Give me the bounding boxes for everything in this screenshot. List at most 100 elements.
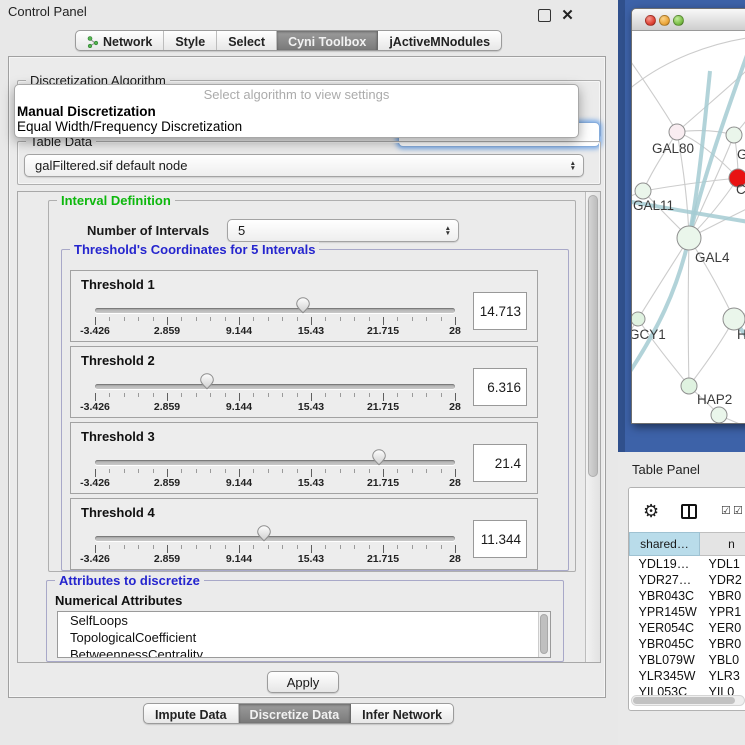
slider-tick — [138, 393, 139, 397]
threshold-panel-2: Threshold 26.316-3.4262.8599.14415.4321.… — [70, 346, 538, 418]
slider-tick — [282, 545, 283, 549]
gear-icon[interactable]: ⚙ — [643, 502, 659, 520]
apply-button[interactable]: Apply — [267, 671, 339, 693]
network-node[interactable] — [669, 124, 685, 140]
slider-tick — [225, 393, 226, 397]
columns-icon[interactable] — [681, 504, 697, 519]
threshold-value-field[interactable]: 14.713 — [473, 292, 527, 330]
table-cell: YBL079W — [630, 652, 700, 668]
slider-tick — [138, 545, 139, 549]
tab-jactivemnodules[interactable]: jActiveMNodules — [378, 31, 501, 50]
table-row[interactable]: YER054CYER0 — [630, 620, 745, 636]
slider-tick — [268, 393, 269, 397]
tab-network[interactable]: Network — [76, 31, 164, 50]
tab-select[interactable]: Select — [217, 31, 277, 50]
tab-cyni-toolbox[interactable]: Cyni Toolbox — [277, 31, 378, 50]
slider-tick-label: 21.715 — [367, 553, 399, 565]
slider-thumb[interactable] — [295, 297, 310, 314]
table-row[interactable]: YLR345WYLR3 — [630, 668, 745, 684]
attributes-section: Attributes to discretize Numerical Attri… — [46, 580, 564, 662]
close-icon[interactable]: ✕ — [561, 9, 574, 22]
slider-tick-label: 9.144 — [226, 401, 252, 413]
table-row[interactable]: YDL19…YDL1 — [630, 556, 745, 572]
table-row[interactable]: YPR145WYPR1 — [630, 604, 745, 620]
close-traffic-light-icon[interactable] — [645, 15, 656, 26]
table-data-section: Table Data galFiltered.sif default node … — [17, 141, 601, 185]
slider-tick — [95, 393, 96, 401]
algorithm-option-equal-width[interactable]: Equal Width/Frequency Discretization — [17, 119, 242, 134]
attribute-list-item[interactable]: SelfLoops — [58, 612, 550, 629]
settings-scrollbar[interactable] — [585, 192, 600, 662]
network-node[interactable] — [681, 378, 697, 394]
slider-ticks — [71, 392, 537, 401]
num-intervals-combobox[interactable]: 5 ▲▼ — [227, 219, 459, 242]
tab-infer-network[interactable]: Infer Network — [351, 704, 453, 723]
slider-track[interactable] — [95, 384, 455, 389]
threshold-value-field[interactable]: 6.316 — [473, 368, 527, 406]
slider-thumb[interactable] — [257, 525, 272, 542]
threshold-panel-1: Threshold 114.713-3.4262.8599.14415.4321… — [70, 270, 538, 342]
table-row[interactable]: YDR27…YDR2 — [630, 572, 745, 588]
slider-track[interactable] — [95, 460, 455, 465]
slider-tick — [412, 545, 413, 549]
list-scrollbar[interactable] — [538, 612, 550, 657]
slider-tick — [196, 317, 197, 321]
network-node[interactable] — [711, 407, 727, 423]
attribute-list-item[interactable]: BetweennessCentrality — [58, 646, 550, 658]
slider-track[interactable] — [95, 308, 455, 313]
table-row[interactable]: YBR045CYBR0 — [630, 636, 745, 652]
minimize-traffic-light-icon[interactable] — [659, 15, 670, 26]
control-panel-title: Control Panel — [8, 4, 87, 19]
table-cell: YBR0 — [700, 588, 745, 604]
table-cell: YBL0 — [700, 652, 745, 668]
slider-tick — [369, 545, 370, 549]
network-graph[interactable]: GAL80GACGAL11GAL4GCY1HHAP2 — [632, 31, 745, 424]
slider-ticks — [71, 544, 537, 553]
float-icon[interactable] — [538, 9, 551, 22]
slider-tick — [153, 469, 154, 473]
slider-thumb[interactable] — [199, 373, 214, 390]
attribute-list-item[interactable]: TopologicalCoefficient — [58, 629, 550, 646]
slider-tick — [253, 393, 254, 397]
column-header-shared-name[interactable]: shared… — [630, 533, 700, 556]
network-node-label: HAP2 — [697, 392, 732, 407]
slider-tick — [268, 317, 269, 321]
slider-thumb[interactable] — [372, 449, 387, 466]
slider-tick — [297, 317, 298, 321]
table-row[interactable]: YBL079WYBL0 — [630, 652, 745, 668]
slider-tick — [253, 545, 254, 549]
tab-discretize-data[interactable]: Discretize Data — [239, 704, 352, 723]
tab-style[interactable]: Style — [164, 31, 217, 50]
zoom-traffic-light-icon[interactable] — [673, 15, 684, 26]
slider-tick — [311, 545, 312, 553]
table-cell: YBR045C — [630, 636, 700, 652]
slider-tick — [225, 545, 226, 549]
numerical-attributes-list[interactable]: SelfLoopsTopologicalCoefficientBetweenne… — [57, 611, 551, 658]
network-node[interactable] — [677, 226, 701, 250]
algorithm-option-manual[interactable]: Manual Discretization — [17, 104, 156, 119]
column-header-name[interactable]: n — [700, 533, 745, 556]
slider-tick — [369, 317, 370, 321]
network-node[interactable] — [632, 312, 645, 326]
checkbox-icon[interactable]: ☑ — [733, 506, 743, 517]
threshold-value-field[interactable]: 11.344 — [473, 520, 527, 558]
network-node[interactable] — [726, 127, 742, 143]
top-tab-bar: Network Style Select Cyni Toolbox jActiv… — [75, 30, 502, 51]
slider-tick — [397, 317, 398, 321]
table-hscrollbar[interactable] — [631, 695, 745, 706]
network-node[interactable] — [635, 183, 651, 199]
slider-tick — [369, 393, 370, 397]
slider-tick — [426, 469, 427, 473]
table-row[interactable]: YBR043CYBR0 — [630, 588, 745, 604]
network-window[interactable]: GAL80GACGAL11GAL4GCY1HHAP2 — [631, 8, 745, 424]
slider-tick — [383, 469, 384, 477]
threshold-value-field[interactable]: 21.4 — [473, 444, 527, 482]
threshold-panel-4: Threshold 411.344-3.4262.8599.14415.4321… — [70, 498, 538, 570]
network-window-titlebar[interactable] — [632, 9, 745, 31]
slider-track[interactable] — [95, 536, 455, 541]
network-node-label: GAL11 — [633, 198, 674, 213]
table-data-combobox[interactable]: galFiltered.sif default node ▲▼ — [24, 154, 584, 177]
network-node-label: GA — [737, 147, 745, 162]
tab-impute-data[interactable]: Impute Data — [144, 704, 239, 723]
checkbox-icon[interactable]: ☑ — [721, 506, 731, 517]
